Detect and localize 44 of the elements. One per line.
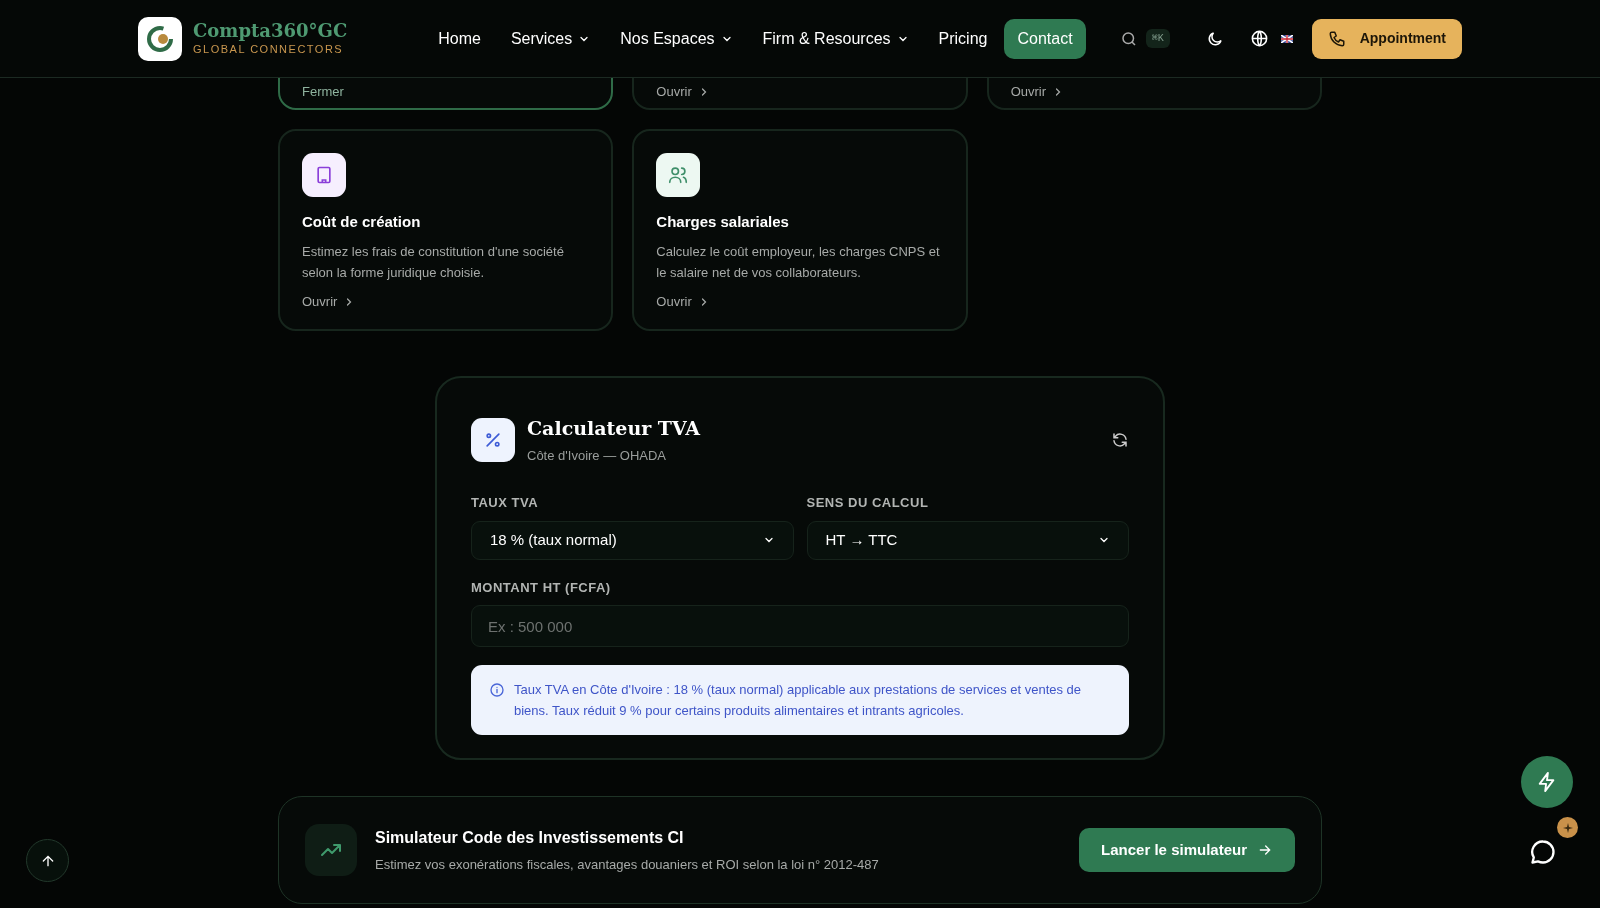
select-field[interactable]: HT → TTC — [806, 520, 1129, 560]
trend-icon — [305, 824, 357, 876]
users-icon — [656, 153, 701, 197]
field-label: TAUX TVA — [471, 494, 540, 512]
calculator-subtitle: Côte d'Ivoire — OHADA — [527, 446, 668, 465]
phone-icon — [1327, 29, 1346, 48]
globe-icon[interactable] — [1249, 29, 1269, 48]
card-title: Charges salariales — [656, 212, 790, 232]
percent-icon — [471, 417, 515, 462]
nav-link[interactable]: Nos Espaces — [607, 18, 746, 59]
sparkle-icon — [1557, 817, 1578, 838]
amount-input[interactable]: Ex : 500 000 — [471, 605, 1129, 647]
card-title: Coût de création — [302, 212, 422, 232]
logo-icon — [138, 16, 182, 61]
brand-tagline: GLOBAL CONNECTORS — [193, 44, 345, 55]
info-icon — [489, 682, 505, 698]
brand-name: Compta360°GC — [193, 22, 348, 40]
banner-description: Estimez vos exonérations fiscales, avantages douaniers et ROI selon la loi n° 2012-487 — [375, 855, 879, 874]
nav-link[interactable]: Firm & Resources — [749, 18, 922, 59]
open-link[interactable]: Ouvrir — [1010, 84, 1065, 100]
nav-link[interactable]: Services — [497, 18, 604, 59]
nav-link[interactable]: Home — [425, 18, 494, 59]
shortcut-hint: ⌘K — [1145, 29, 1170, 48]
appointment-button[interactable]: Appointment — [1311, 18, 1462, 59]
open-link[interactable]: Fermer — [302, 84, 344, 100]
open-link[interactable]: Ouvrir — [656, 293, 710, 310]
quick-action-button[interactable] — [1521, 756, 1573, 808]
field-label: MONTANT HT (FCFA) — [471, 578, 612, 597]
arrow-right-icon — [1257, 842, 1273, 858]
banner-title: Simulateur Code des Investissements CI — [375, 827, 685, 848]
launch-simulator-button[interactable]: Lancer le simulateur — [1079, 828, 1295, 872]
nav-link[interactable]: Pricing — [925, 18, 1001, 59]
select-field[interactable]: 18 % (taux normal) — [471, 520, 794, 560]
nav-link[interactable]: Contact — [1004, 18, 1086, 59]
open-link[interactable]: Ouvrir — [656, 84, 710, 100]
search-icon[interactable] — [1119, 29, 1138, 48]
card-description: Calculez le coût employeur, les charges CNPS et le salaire net de vos collaborateurs. — [656, 242, 941, 282]
flag-icon[interactable] — [1280, 34, 1293, 43]
refresh-icon[interactable] — [1111, 430, 1129, 449]
info-text: Taux TVA en Côte d'Ivoire : 18 % (taux normal) applicable aux prestations de services et ventes de biens. Taux réduit 9 % pour certains produits alimentaires et intrants agricoles. — [514, 681, 1083, 720]
open-link[interactable]: Ouvrir — [302, 293, 356, 310]
calculator-title: Calculateur TVA — [527, 416, 700, 441]
card-description: Estimez les frais de constitution d'une société selon la forme juridique choisie. — [302, 242, 565, 282]
field-label: SENS DU CALCUL — [806, 494, 930, 512]
